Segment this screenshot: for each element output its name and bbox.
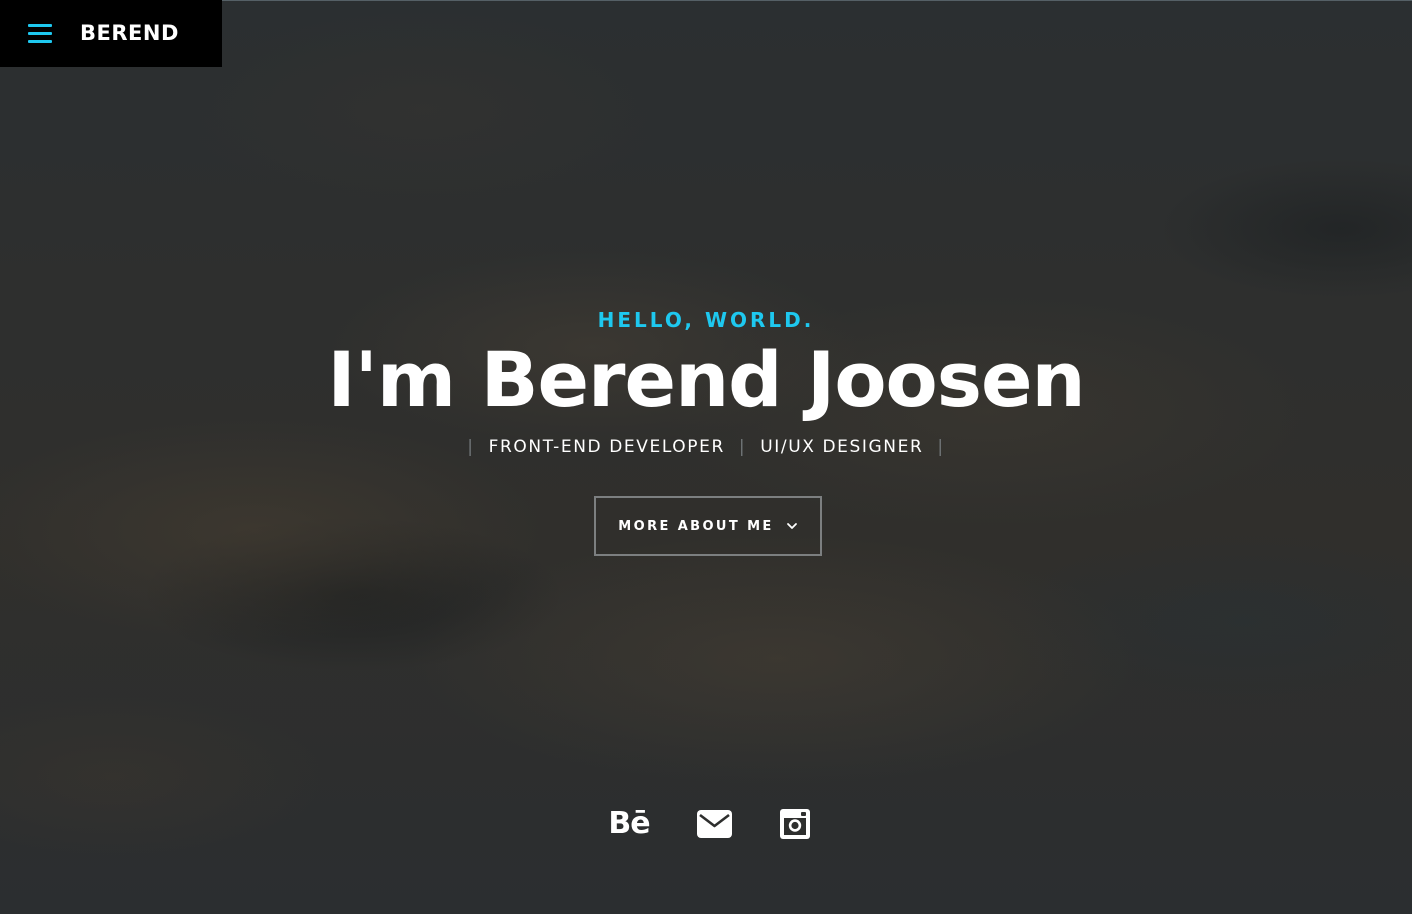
instagram-icon bbox=[780, 809, 810, 839]
envelope-icon bbox=[696, 810, 732, 838]
instagram-link[interactable] bbox=[779, 804, 811, 844]
role-ui-ux: UI/UX DESIGNER bbox=[760, 437, 924, 457]
behance-icon: Bē bbox=[608, 806, 650, 841]
hero-roles: | FRONT-END DEVELOPER | UI/UX DESIGNER | bbox=[0, 434, 1412, 460]
menu-bar-bottom bbox=[28, 40, 52, 43]
hero-headline: I'm Berend Joosen bbox=[327, 335, 1085, 424]
more-about-me-button[interactable]: MORE ABOUT ME bbox=[594, 496, 822, 556]
chevron-down-icon bbox=[786, 523, 797, 529]
menu-bar-top bbox=[28, 24, 52, 27]
email-link[interactable] bbox=[696, 804, 732, 844]
role-separator: | bbox=[937, 437, 945, 457]
hero-greeting: HELLO, WORLD. bbox=[597, 308, 815, 332]
role-separator: | bbox=[467, 437, 475, 457]
behance-link[interactable]: Bē bbox=[606, 804, 652, 844]
role-separator: | bbox=[738, 437, 747, 457]
role-front-end: FRONT-END DEVELOPER bbox=[488, 437, 725, 457]
hamburger-menu-icon[interactable] bbox=[28, 24, 52, 44]
hero-background: BEREND HELLO, WORLD. I'm Berend Joosen |… bbox=[0, 0, 1412, 914]
brand-logo-link[interactable]: BEREND bbox=[80, 21, 179, 45]
brand-bar: BEREND bbox=[0, 0, 222, 67]
menu-bar-middle bbox=[28, 32, 52, 35]
more-about-me-label: MORE ABOUT ME bbox=[618, 518, 774, 534]
